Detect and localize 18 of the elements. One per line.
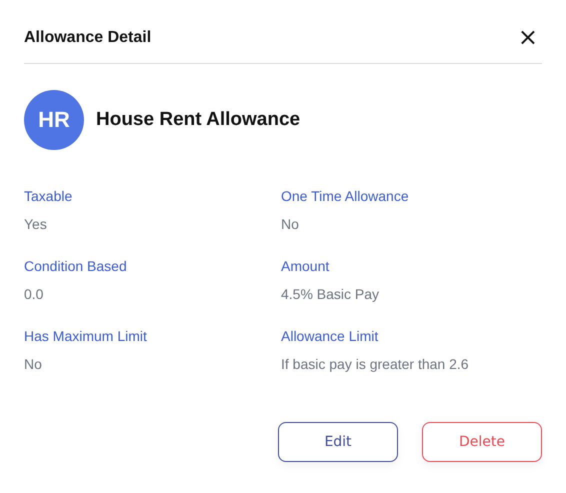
field-value: Yes [24,216,48,232]
field-label: Allowance Limit [281,328,380,344]
field-label: Amount [281,258,330,274]
field-value: No [24,356,43,372]
delete-button[interactable]: Delete [422,422,542,462]
dialog-title: Allowance Detail [24,28,152,46]
field-label: One Time Allowance [281,188,410,204]
field-label: Condition Based [24,258,128,274]
field-value: No [281,216,300,232]
edit-button[interactable]: Edit [278,422,398,462]
field-value: 0.0 [24,286,44,302]
field-label: Taxable [24,188,74,204]
close-button[interactable]: × [514,24,542,48]
field-label: Has Maximum Limit [24,328,148,344]
field-value: If basic pay is greater than 2.6 [281,356,470,372]
allowance-name: House Rent Allowance [96,109,300,131]
field-value: 4.5% Basic Pay [281,286,380,302]
avatar: HR [24,90,84,150]
